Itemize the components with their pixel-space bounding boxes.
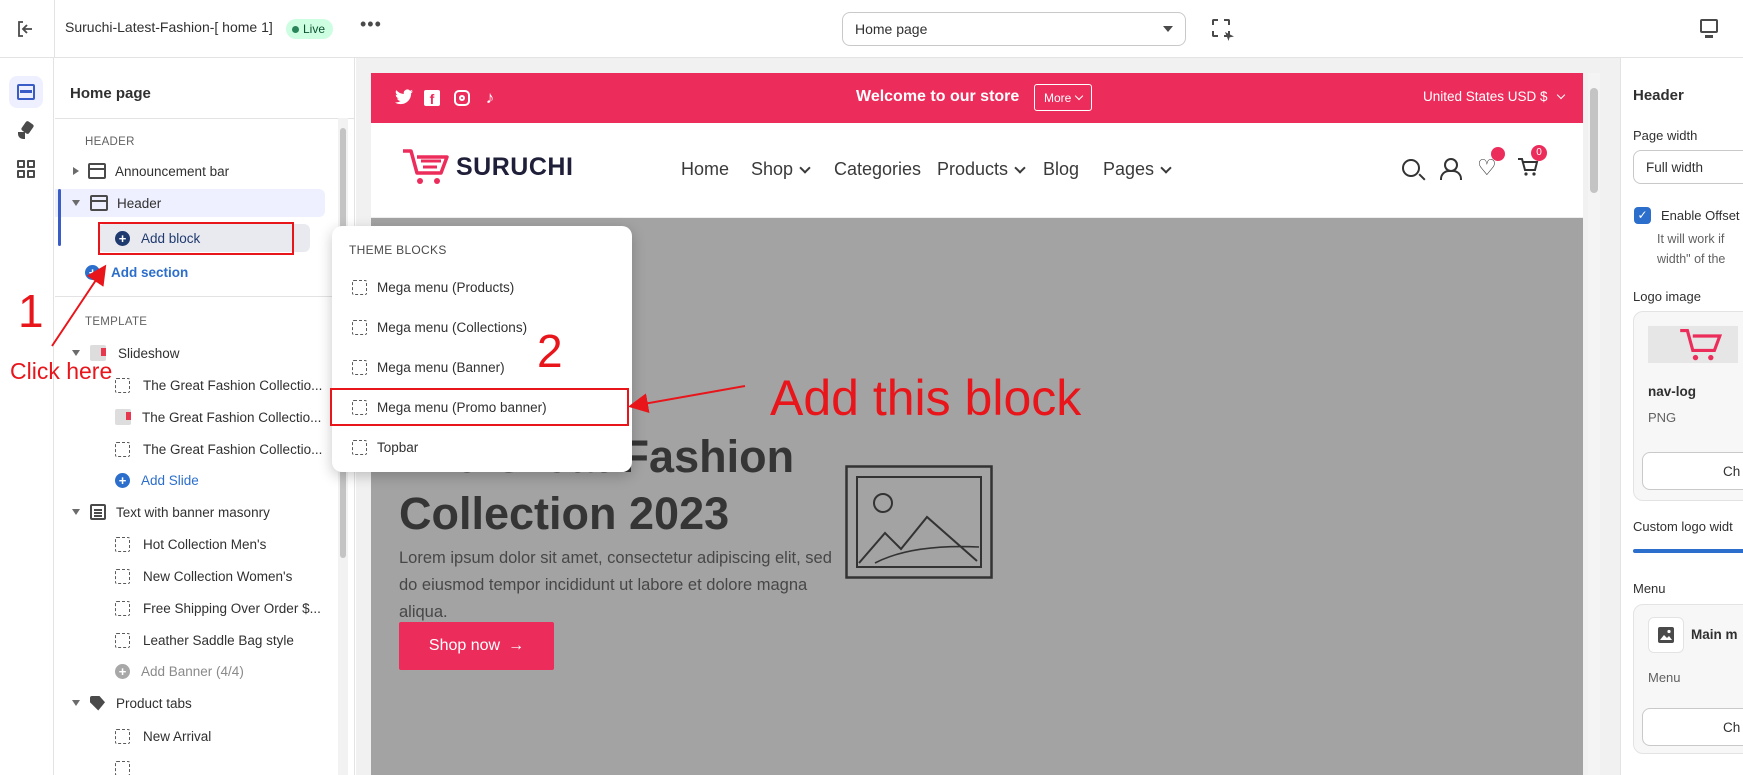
- annotation-arrow-2: [628, 385, 746, 414]
- annotation-arrow-1: [51, 264, 107, 347]
- annotation-arrows: [51, 264, 746, 414]
